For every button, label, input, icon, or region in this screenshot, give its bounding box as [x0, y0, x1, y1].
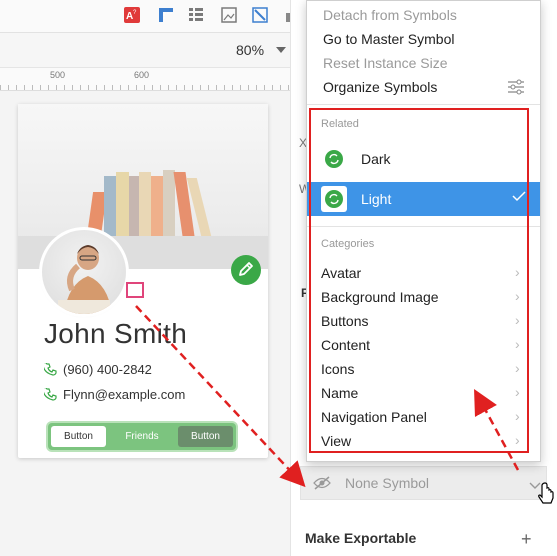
category-background-image[interactable]: Background Image	[321, 289, 439, 305]
chevron-right-icon: ›	[515, 264, 520, 280]
book	[104, 176, 116, 236]
related-item-light[interactable]: Light	[307, 182, 540, 216]
profile-card[interactable]: John Smith (960) 400-2842 Flynn@example.…	[18, 104, 268, 458]
symbol-thumbnail	[321, 146, 347, 172]
chevron-down-icon[interactable]	[276, 47, 286, 53]
category-name[interactable]: Name	[321, 385, 358, 401]
related-header: Related	[321, 118, 359, 130]
menu-separator	[307, 104, 540, 105]
menu-item-reset-size[interactable]: Reset Instance Size	[323, 55, 448, 71]
avatar[interactable]	[42, 230, 126, 314]
checkmark-icon	[512, 189, 526, 205]
symbol-context-menu: Detach from Symbols Go to Master Symbol …	[306, 0, 541, 462]
ruler-icon[interactable]	[158, 7, 174, 23]
book	[116, 172, 129, 236]
button-right[interactable]: Button	[178, 426, 233, 447]
edit-button[interactable]	[231, 255, 261, 285]
hidden-eye-icon	[313, 475, 331, 496]
phone-number: (960) 400-2842	[63, 362, 152, 377]
related-item-dark[interactable]: Dark	[307, 142, 540, 176]
category-icons[interactable]: Icons	[321, 361, 354, 377]
selection-handle[interactable]	[126, 282, 144, 298]
button-left[interactable]: Button	[51, 426, 106, 447]
chevron-right-icon: ›	[515, 336, 520, 352]
friends-button[interactable]: Friends	[114, 426, 170, 447]
ruler-tick-label: 600	[134, 70, 150, 80]
zoom-level[interactable]: 80%	[236, 42, 264, 58]
related-item-label: Dark	[361, 151, 391, 167]
category-navigation-panel[interactable]: Navigation Panel	[321, 409, 427, 425]
menu-separator	[307, 226, 540, 227]
chevron-down-icon	[529, 477, 541, 495]
category-content[interactable]: Content	[321, 337, 370, 353]
menu-item-organize[interactable]: Organize Symbols	[323, 79, 437, 95]
book	[129, 176, 139, 236]
text-style-icon[interactable]: A?	[124, 7, 140, 23]
button-group: Button Friends Button	[48, 423, 236, 450]
chevron-right-icon: ›	[515, 432, 520, 448]
category-view[interactable]: View	[321, 433, 351, 449]
chevron-right-icon: ›	[515, 384, 520, 400]
book	[139, 172, 151, 236]
menu-item-detach[interactable]: Detach from Symbols	[323, 7, 457, 23]
chevron-right-icon: ›	[515, 288, 520, 304]
make-exportable-label: Make Exportable	[305, 530, 417, 546]
sliders-icon	[507, 79, 525, 100]
horizontal-ruler: 500 600	[0, 68, 290, 91]
zoom-bar: 80%	[0, 33, 290, 68]
add-export-icon[interactable]: +	[521, 529, 532, 550]
phone-icon	[42, 361, 57, 376]
chevron-right-icon: ›	[515, 408, 520, 424]
symbol-select-value: None Symbol	[345, 475, 430, 491]
ruler-tick-label: 500	[50, 70, 66, 80]
category-buttons[interactable]: Buttons	[321, 313, 368, 329]
menu-item-go-to-master[interactable]: Go to Master Symbol	[323, 31, 455, 47]
phone-row: (960) 400-2842	[42, 361, 152, 377]
category-avatar[interactable]: Avatar	[321, 265, 361, 281]
vector-icon[interactable]	[252, 7, 268, 23]
book	[163, 170, 175, 236]
grid-icon[interactable]	[188, 7, 204, 23]
chevron-right-icon: ›	[515, 312, 520, 328]
email-address: Flynn@example.com	[63, 387, 186, 402]
phone-icon	[42, 386, 57, 401]
svg-text:?: ?	[133, 10, 137, 16]
image-icon[interactable]	[221, 7, 237, 23]
email-row: Flynn@example.com	[42, 386, 186, 402]
book	[151, 176, 163, 236]
categories-header: Categories	[321, 238, 375, 250]
chevron-right-icon: ›	[515, 360, 520, 376]
symbol-thumbnail	[321, 186, 347, 212]
related-item-label: Light	[361, 191, 392, 207]
profile-name: John Smith	[44, 318, 188, 349]
symbol-select[interactable]: None Symbol	[300, 466, 547, 500]
